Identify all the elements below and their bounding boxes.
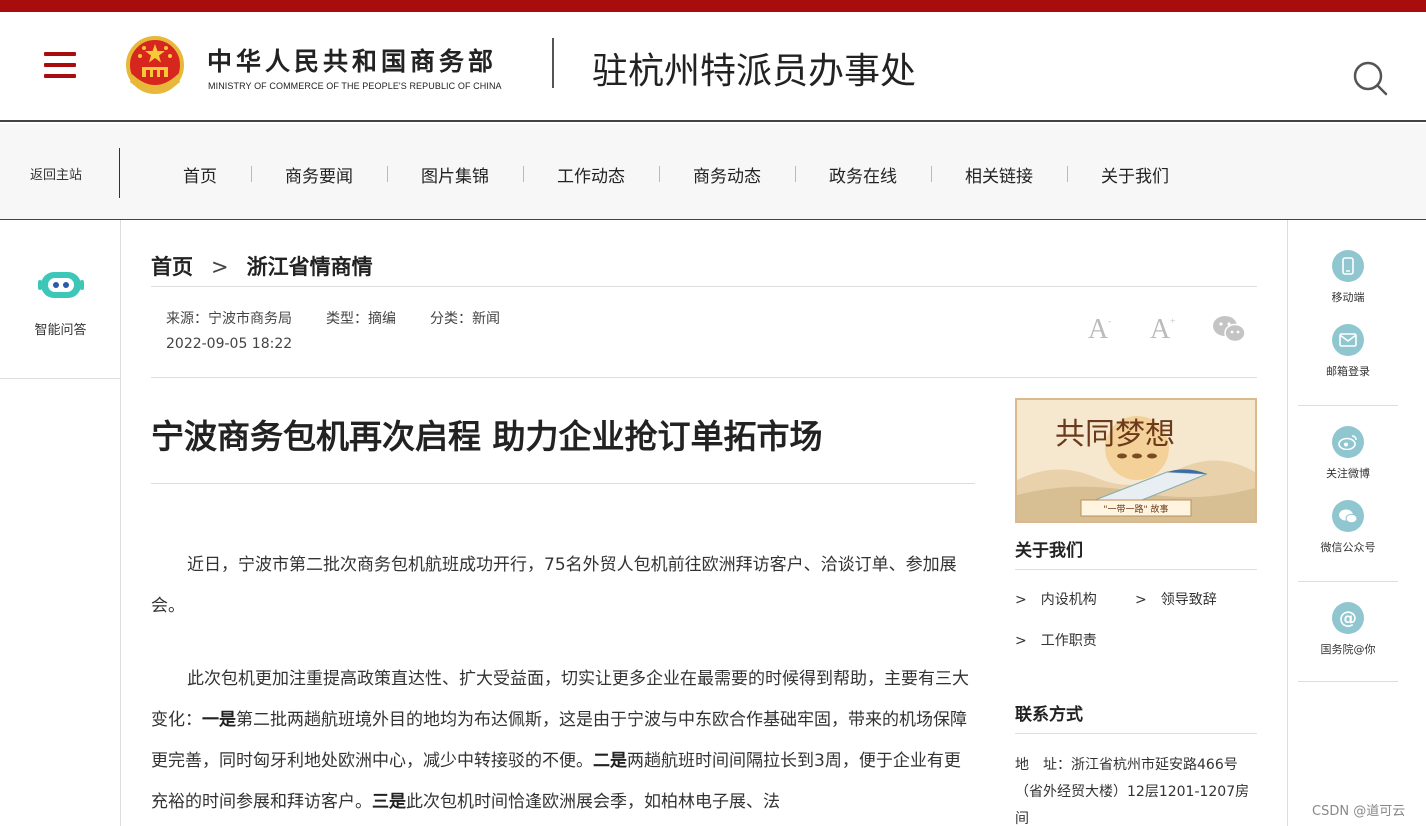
nav-divider [119,148,120,198]
address-label: 地 址： [1015,757,1071,773]
national-emblem-icon [126,36,184,94]
wechat-icon [1332,500,1364,532]
chevron-right-icon: > [1015,592,1027,608]
banner-title: 共同梦想 [1055,417,1175,452]
search-icon[interactable] [1352,60,1388,96]
robot-assistant-icon[interactable] [38,268,84,302]
mobile-link[interactable]: 移动端 [1288,250,1408,305]
article-paragraph: 近日，宁波市第二批次商务包机航班成功开行，75名外贸人包机前往欧洲拜访客户、洽谈… [151,555,957,616]
divider [1298,581,1398,582]
font-increase-button[interactable]: A+ [1150,314,1175,346]
para-bold: 二是 [593,751,627,771]
breadcrumb: 首页 > 浙江省情商情 [151,251,373,281]
about-link-responsibilities[interactable]: > 工作职责 [1015,630,1097,650]
menu-icon[interactable] [44,52,76,78]
chevron-right-icon: > [211,255,229,279]
font-decrease-mark: - [1108,316,1112,326]
nav-item-photo-gallery[interactable]: 图片集锦 [421,162,489,187]
mail-icon [1332,324,1364,356]
nav-separator [387,166,388,182]
link-label: 领导致辞 [1160,592,1217,608]
divider [1298,681,1398,682]
main-nav: 返回主站 首页 商务要闻 图片集锦 工作动态 商务动态 政务在线 相关链接 关于… [0,124,1426,220]
meta-type: 类型：摘编 [326,311,396,327]
divider [151,483,975,484]
site-header: 中华人民共和国商务部 MINISTRY OF COMMERCE OF THE P… [0,12,1426,122]
office-title: 驻杭州特派员办事处 [592,51,917,92]
nav-item-business-news[interactable]: 商务要闻 [285,162,353,187]
breadcrumb-home[interactable]: 首页 [151,255,193,279]
divider [1015,569,1257,570]
article-title: 宁波商务包机再次启程 助力企业抢订单拓市场 [151,417,823,456]
divider [1015,733,1257,734]
wechat-account-link[interactable]: 微信公众号 [1288,500,1408,555]
article-meta: 来源：宁波市商务局 类型：摘编 分类：新闻 [166,308,534,328]
nav-item-business-updates[interactable]: 商务动态 [693,162,761,187]
mobile-label: 移动端 [1331,291,1365,304]
watermark: CSDN @道可云 [1312,804,1406,819]
divider [1298,405,1398,406]
publish-date: 2022-09-05 18:22 [166,336,293,352]
mobile-icon [1332,250,1364,282]
ministry-name-cn: 中华人民共和国商务部 [207,47,498,76]
nav-item-about-us[interactable]: 关于我们 [1101,162,1169,187]
about-link-leader-message[interactable]: > 领导致辞 [1135,589,1217,609]
back-to-main-site-link[interactable]: 返回主站 [30,164,82,183]
at-icon: @ [1332,602,1364,634]
chevron-right-icon: > [1135,592,1147,608]
nav-separator [251,166,252,182]
breadcrumb-section[interactable]: 浙江省情商情 [247,255,373,279]
nav-item-home[interactable]: 首页 [183,162,217,187]
para-text: 此次包机时间恰逢欧洲展会季，如柏林电子展、法 [406,792,780,812]
para-bold: 一是 [202,710,236,730]
font-decrease-glyph: A [1088,314,1109,345]
mail-label: 邮箱登录 [1326,365,1370,378]
state-council-link[interactable]: @ 国务院@你 [1288,602,1408,657]
font-decrease-button[interactable]: A- [1088,314,1111,346]
link-label: 内设机构 [1040,592,1097,608]
about-link-departments[interactable]: > 内设机构 [1015,589,1097,609]
chevron-right-icon: > [1015,633,1027,649]
nav-item-government-online[interactable]: 政务在线 [829,162,897,187]
divider [151,377,1257,378]
right-sidebar: 移动端 邮箱登录 关注微博 微信公众号 @ 国务院@你 [1287,220,1426,826]
state-council-label: 国务院@你 [1320,643,1376,656]
banner-art: 共同梦想 "一带一路" 故事 [1017,400,1255,521]
mail-login-link[interactable]: 邮箱登录 [1288,324,1408,379]
font-increase-mark: + [1170,316,1176,326]
wechat-share-icon[interactable] [1212,314,1246,344]
nav-separator [931,166,932,182]
belt-and-road-banner[interactable]: 共同梦想 "一带一路" 故事 [1015,398,1257,523]
about-us-heading: 关于我们 [1015,541,1083,561]
banner-tag: "一带一路" 故事 [1103,503,1168,515]
assistant-label[interactable]: 智能问答 [0,319,121,338]
nav-separator [1067,166,1068,182]
weibo-icon [1332,426,1364,458]
left-sidebar: 智能问答 [0,220,121,826]
article-paragraph: 此次包机更加注重提高政策直达性、扩大受益面，切实让更多企业在最需要的时候得到帮助… [151,659,975,823]
header-divider [552,38,554,88]
meta-source: 来源：宁波市商务局 [166,311,292,327]
weibo-label: 关注微博 [1326,467,1370,480]
weibo-link[interactable]: 关注微博 [1288,426,1408,481]
font-increase-glyph: A [1150,314,1171,345]
meta-category: 分类：新闻 [430,311,500,327]
ministry-name-en: MINISTRY OF COMMERCE OF THE PEOPLE'S REP… [208,81,502,91]
nav-separator [659,166,660,182]
top-accent-bar [0,0,1426,12]
contact-heading: 联系方式 [1015,705,1083,725]
contact-address: 地 址：浙江省杭州市延安路466号（省外经贸大楼）12层1201-1207房间 [1015,752,1260,826]
link-label: 工作职责 [1040,633,1097,649]
nav-item-work-updates[interactable]: 工作动态 [557,162,625,187]
divider [0,378,121,379]
para-bold: 三是 [372,792,406,812]
nav-item-related-links[interactable]: 相关链接 [965,162,1033,187]
wechat-label: 微信公众号 [1320,541,1376,554]
nav-separator [795,166,796,182]
divider [151,286,1257,287]
nav-separator [523,166,524,182]
